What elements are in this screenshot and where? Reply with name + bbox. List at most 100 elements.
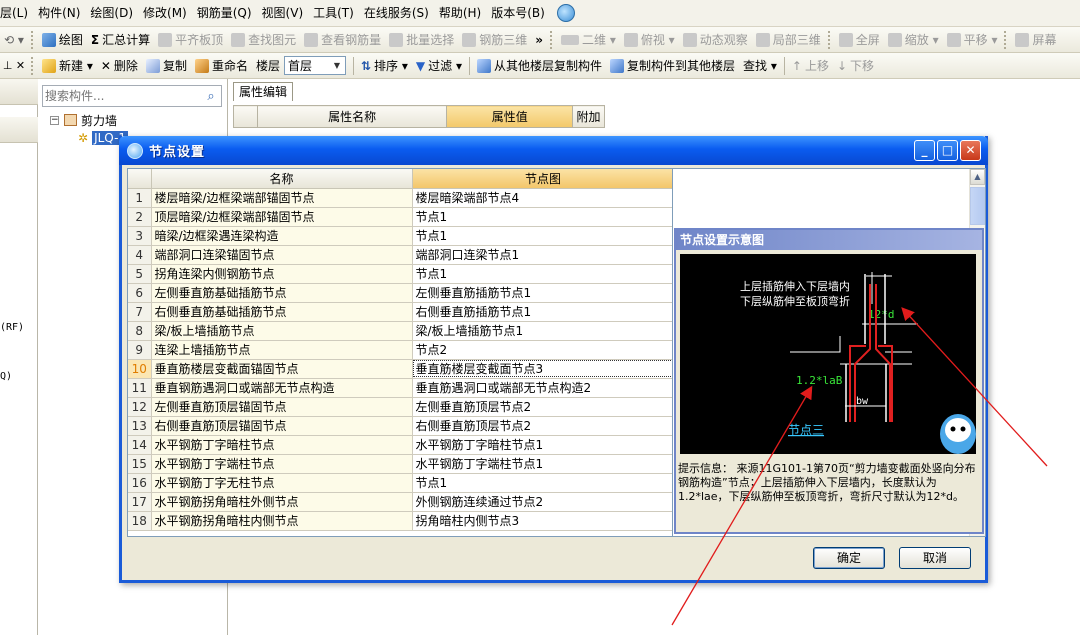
row-node-select[interactable]: 右侧垂直筋插筋节点1 bbox=[412, 302, 672, 322]
node-row[interactable]: 7 右侧垂直筋基础插筋节点 右侧垂直筋插筋节点1 bbox=[128, 302, 672, 322]
rename-button[interactable]: 重命名 bbox=[191, 55, 252, 77]
view-2d-button[interactable]: 二维 ▾ bbox=[557, 29, 620, 51]
node-row[interactable]: 13 右侧垂直筋顶层锚固节点 右侧垂直筋顶层节点2 bbox=[128, 416, 672, 436]
level-slab-button[interactable]: 平齐板顶 bbox=[154, 29, 227, 51]
node-row[interactable]: 2 顶层暗梁/边框梁端部锚固节点 节点1 bbox=[128, 207, 672, 227]
close-button[interactable]: ✕ bbox=[960, 140, 981, 161]
ok-button[interactable]: 确定 bbox=[813, 547, 885, 569]
zoom-icon bbox=[887, 32, 902, 47]
row-node-select[interactable]: 端部洞口连梁节点1 bbox=[412, 245, 672, 265]
undo-button[interactable]: ⟲ ▾ bbox=[0, 29, 28, 51]
row-node-select[interactable]: 节点1 bbox=[412, 264, 672, 284]
node-row[interactable]: 10 垂直筋楼层变截面锚固节点 垂直筋楼层变截面节点3 bbox=[128, 359, 672, 379]
maximize-button[interactable]: □ bbox=[937, 140, 958, 161]
node-row[interactable]: 9 连梁上墙插筋节点 节点2 bbox=[128, 340, 672, 360]
node-row[interactable]: 14 水平钢筋丁字暗柱节点 水平钢筋丁字暗柱节点1 bbox=[128, 435, 672, 455]
row-node-select[interactable]: 节点1 bbox=[412, 226, 672, 246]
copy-to-floor-button[interactable]: 复制构件到其他楼层 bbox=[606, 55, 739, 77]
pan-button[interactable]: 平移 ▾ bbox=[943, 29, 1002, 51]
view-top-button[interactable]: 俯视 ▾ bbox=[620, 29, 679, 51]
sort-button[interactable]: ⇅ 排序 ▾ bbox=[357, 55, 412, 77]
row-number: 11 bbox=[128, 378, 152, 398]
row-node-select[interactable]: 水平钢筋丁字暗柱节点1 bbox=[412, 435, 672, 455]
node-diagram-svg: 上层插筋伸入下层墙内 下层纵筋伸至板顶弯折 12*d 1.2*laB bw 节点… bbox=[740, 272, 976, 454]
view-rebar-button[interactable]: 查看钢筋量 bbox=[300, 29, 385, 51]
panel-pin-icon[interactable]: ⊥ ✕ bbox=[0, 59, 28, 72]
zoom-button[interactable]: 缩放 ▾ bbox=[884, 29, 943, 51]
find-button[interactable]: 查找 ▾ bbox=[739, 55, 781, 77]
copy-button[interactable]: 复制 bbox=[142, 55, 191, 77]
collapse-icon[interactable]: − bbox=[50, 115, 59, 125]
node-row[interactable]: 4 端部洞口连梁锚固节点 端部洞口连梁节点1 bbox=[128, 245, 672, 265]
toolbar-overflow-button[interactable]: » bbox=[531, 29, 547, 51]
dialog-titlebar[interactable]: 节点设置 _ □ ✕ bbox=[119, 136, 988, 165]
row-node-select[interactable]: 水平钢筋丁字端柱节点1 bbox=[412, 454, 672, 474]
node-row[interactable]: 8 梁/板上墙插筋节点 梁/板上墙插筋节点1 bbox=[128, 321, 672, 341]
grid-corner bbox=[128, 169, 152, 189]
node-row[interactable]: 12 左侧垂直筋顶层锚固节点 左侧垂直筋顶层节点2 bbox=[128, 397, 672, 417]
menu-version[interactable]: 版本号(B) bbox=[491, 0, 553, 27]
menu-draw[interactable]: 绘图(D) bbox=[90, 0, 141, 27]
dock-tab[interactable] bbox=[0, 117, 38, 143]
node-row[interactable]: 5 拐角连梁内侧钢筋节点 节点1 bbox=[128, 264, 672, 284]
row-node-select[interactable]: 梁/板上墙插筋节点1 bbox=[412, 321, 672, 341]
menu-online-service[interactable]: 在线服务(S) bbox=[364, 0, 437, 27]
row-node-select[interactable]: 节点1 bbox=[412, 207, 672, 227]
copy-from-floor-button[interactable]: 从其他楼层复制构件 bbox=[473, 55, 606, 77]
node-row[interactable]: 15 水平钢筋丁字端柱节点 水平钢筋丁字端柱节点1 bbox=[128, 454, 672, 474]
rebar-3d-button[interactable]: 钢筋三维 bbox=[458, 29, 531, 51]
online-help-icon[interactable] bbox=[556, 4, 575, 22]
node-row[interactable]: 18 水平钢筋拐角暗柱内侧节点 拐角暗柱内侧节点3 bbox=[128, 511, 672, 531]
node-row[interactable]: 17 水平钢筋拐角暗柱外侧节点 外侧钢筋连续通过节点2 bbox=[128, 492, 672, 512]
move-down-button[interactable]: ↓ 下移 bbox=[833, 55, 878, 77]
row-name: 水平钢筋丁字端柱节点 bbox=[151, 454, 413, 474]
row-node-select[interactable]: 楼层暗梁端部节点4 bbox=[412, 188, 672, 208]
row-node-select[interactable]: 左侧垂直筋顶层节点2 bbox=[412, 397, 672, 417]
row-node-select[interactable]: 节点1 bbox=[412, 473, 672, 493]
row-node-select[interactable]: 垂直筋遇洞口或端部无节点构造2 bbox=[412, 378, 672, 398]
node-row[interactable]: 11 垂直钢筋遇洞口或端部无节点构造 垂直筋遇洞口或端部无节点构造2 bbox=[128, 378, 672, 398]
move-up-button[interactable]: ↑ 上移 bbox=[788, 55, 833, 77]
find-element-button[interactable]: 查找图元 bbox=[227, 29, 300, 51]
delete-button[interactable]: ✕ 删除 bbox=[97, 55, 142, 77]
dynamic-view-button[interactable]: 动态观察 bbox=[679, 29, 752, 51]
row-node-select[interactable]: 右侧垂直筋顶层节点2 bbox=[412, 416, 672, 436]
fullscreen-button[interactable]: 全屏 bbox=[835, 29, 884, 51]
search-input[interactable] bbox=[43, 86, 201, 106]
batch-select-button[interactable]: 批量选择 bbox=[385, 29, 458, 51]
menu-modify[interactable]: 修改(M) bbox=[143, 0, 195, 27]
menu-layer[interactable]: 层(L) bbox=[0, 0, 36, 27]
screen-button[interactable]: 屏幕 bbox=[1011, 29, 1060, 51]
menu-tools[interactable]: 工具(T) bbox=[313, 0, 362, 27]
menu-rebar-quantity[interactable]: 钢筋量(Q) bbox=[197, 0, 260, 27]
cancel-button[interactable]: 取消 bbox=[899, 547, 971, 569]
row-node-select[interactable]: 外侧钢筋连续通过节点2 bbox=[412, 492, 672, 512]
filter-button[interactable]: ▼ 过滤 ▾ bbox=[412, 55, 466, 77]
dock-tab[interactable] bbox=[0, 79, 38, 105]
sum-calc-button[interactable]: Σ 汇总计算 bbox=[87, 29, 154, 51]
node-row[interactable]: 3 暗梁/边框梁遇连梁构造 节点1 bbox=[128, 226, 672, 246]
menu-view[interactable]: 视图(V) bbox=[262, 0, 312, 27]
scroll-up-icon[interactable]: ▲ bbox=[970, 169, 985, 185]
scroll-thumb[interactable] bbox=[970, 187, 985, 225]
menu-element[interactable]: 构件(N) bbox=[38, 0, 88, 27]
row-node-select[interactable]: 拐角暗柱内侧节点3 bbox=[412, 511, 672, 531]
tree-root[interactable]: − 剪力墙 bbox=[44, 111, 224, 129]
search-icon[interactable]: ⌕ bbox=[201, 89, 221, 104]
local-3d-button[interactable]: 局部三维 bbox=[752, 29, 825, 51]
row-number: 6 bbox=[128, 283, 152, 303]
floor-select[interactable]: 首层 ▼ bbox=[283, 56, 346, 75]
row-node-select[interactable]: 节点2 bbox=[412, 340, 672, 360]
draw-button[interactable]: 绘图 bbox=[38, 29, 87, 51]
row-node-select[interactable]: 左侧垂直筋插筋节点1 bbox=[412, 283, 672, 303]
new-button[interactable]: 新建 ▾ bbox=[38, 55, 97, 77]
row-node-select[interactable]: 垂直筋楼层变截面节点3 bbox=[412, 359, 672, 379]
node-row[interactable]: 1 楼层暗梁/边框梁端部锚固节点 楼层暗梁端部节点4 bbox=[128, 188, 672, 208]
tab-property-edit[interactable]: 属性编辑 bbox=[233, 82, 294, 101]
node-row[interactable]: 6 左侧垂直筋基础插筋节点 左侧垂直筋插筋节点1 bbox=[128, 283, 672, 303]
menu-help[interactable]: 帮助(H) bbox=[439, 0, 489, 27]
node-row[interactable]: 16 水平钢筋丁字无柱节点 节点1 bbox=[128, 473, 672, 493]
minimize-button[interactable]: _ bbox=[914, 140, 935, 161]
node-name-link[interactable]: 节点三 bbox=[788, 423, 824, 437]
new-icon bbox=[42, 58, 56, 73]
